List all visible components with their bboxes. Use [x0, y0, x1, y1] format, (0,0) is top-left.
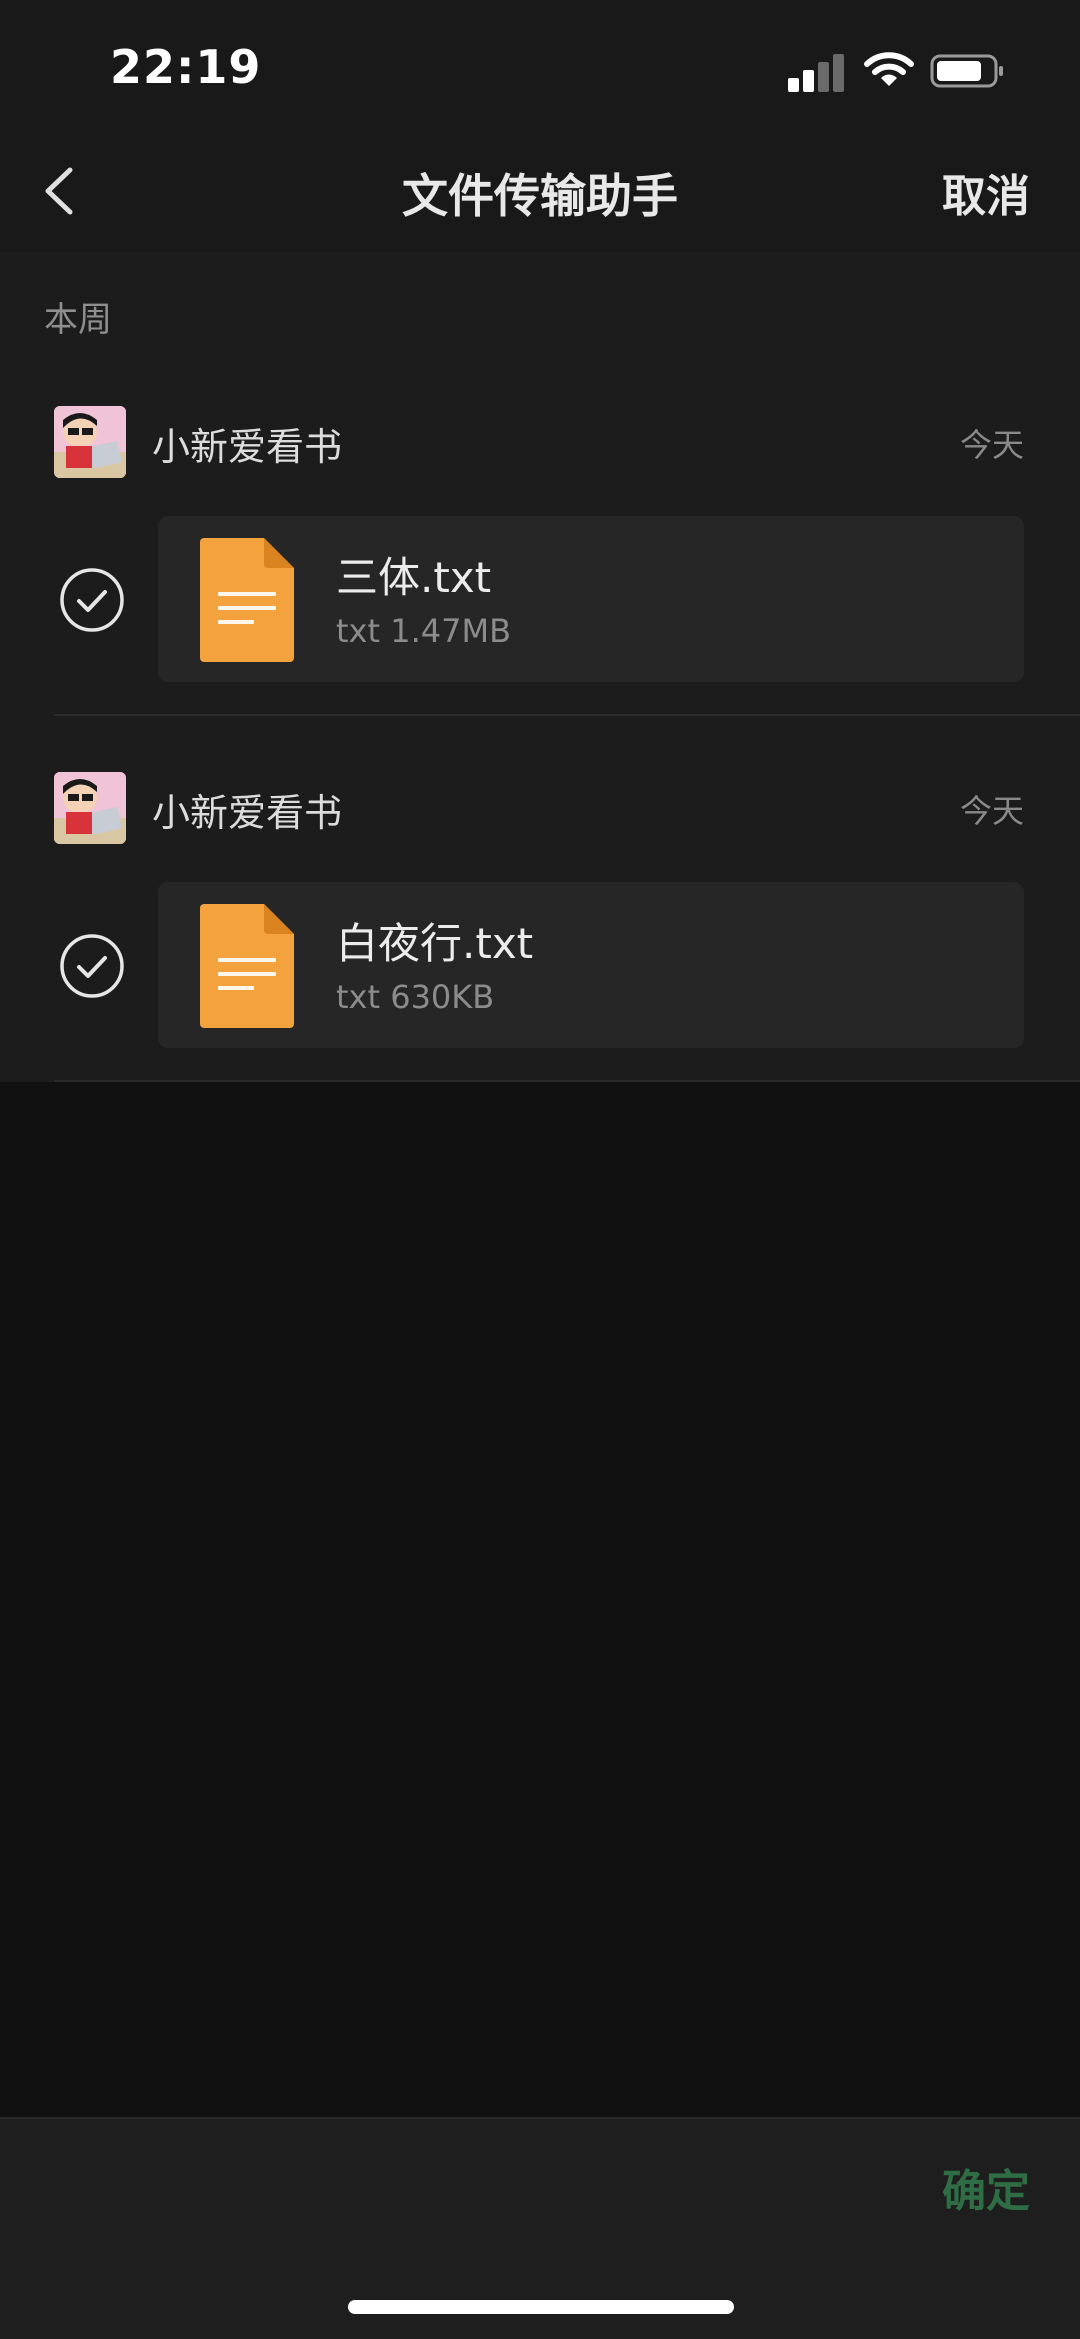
- navigation-bar: 文件传输助手 取消: [0, 130, 1080, 252]
- file-name: 三体.txt: [336, 553, 492, 602]
- battery-icon: [930, 54, 1003, 88]
- list-item[interactable]: 小新爱看书 今天 三体.txt txt 1.47MB: [0, 406, 1080, 772]
- file-name: 白夜行.txt: [336, 919, 534, 968]
- avatar: [54, 406, 126, 478]
- checkmark-icon[interactable]: [58, 566, 126, 634]
- signal-icon: [788, 52, 846, 92]
- file-list: 本周 小新爱看书 今天 三体.txt txt 1.47MB 小新爱看书 今天 白…: [0, 252, 1080, 1082]
- avatar: [54, 772, 126, 844]
- document-icon: [200, 904, 294, 1028]
- file-meta: txt 1.47MB: [336, 612, 512, 650]
- wifi-icon: [864, 52, 914, 86]
- status-bar: 22:19: [0, 0, 1080, 130]
- divider: [54, 1080, 1080, 1082]
- document-icon: [200, 538, 294, 662]
- home-indicator[interactable]: [348, 2300, 734, 2314]
- message-date: 今天: [959, 792, 1024, 830]
- file-card[interactable]: 白夜行.txt txt 630KB: [158, 882, 1024, 1048]
- sender-name: 小新爱看书: [152, 791, 343, 835]
- checkmark-icon[interactable]: [58, 932, 126, 1000]
- section-header: 本周: [44, 300, 112, 340]
- list-item[interactable]: 小新爱看书 今天 白夜行.txt txt 630KB: [0, 772, 1080, 1138]
- message-date: 今天: [959, 426, 1024, 464]
- sender-name: 小新爱看书: [152, 425, 343, 469]
- divider: [54, 714, 1080, 716]
- status-time: 22:19: [110, 40, 262, 94]
- cancel-button[interactable]: 取消: [942, 160, 1030, 224]
- file-card[interactable]: 三体.txt txt 1.47MB: [158, 516, 1024, 682]
- confirm-button[interactable]: 确定: [942, 2155, 1030, 2219]
- page-title: 文件传输助手: [402, 169, 678, 223]
- file-meta: txt 630KB: [336, 978, 495, 1016]
